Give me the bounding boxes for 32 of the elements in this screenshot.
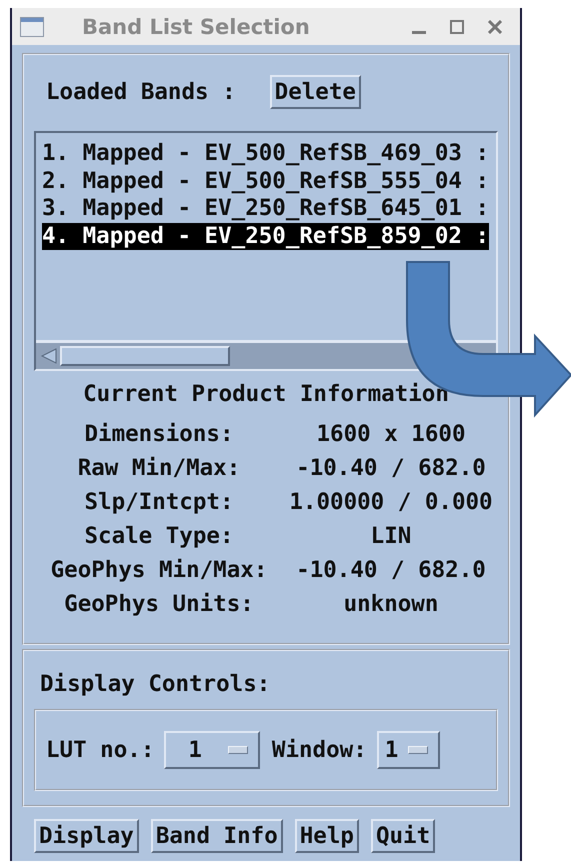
window-title: Band List Selection <box>82 14 311 38</box>
info-value: unknown <box>342 590 440 619</box>
info-value: -10.40 / 682.0 <box>295 454 487 483</box>
action-button[interactable]: Quit <box>370 819 436 853</box>
info-label: Slp/Intcpt: <box>83 488 234 517</box>
info-label: Dimensions: <box>83 420 234 449</box>
option-menu-icon <box>408 746 428 754</box>
info-value: 1600 x 1600 <box>315 420 466 449</box>
info-label: GeoPhys Min/Max: <box>50 556 268 585</box>
action-button[interactable]: Help <box>294 819 359 853</box>
info-label: GeoPhys Units: <box>63 590 255 619</box>
window-label: Window: <box>272 737 367 763</box>
lut-select[interactable]: 1 <box>164 731 260 769</box>
info-title: Current Product Information <box>82 381 450 407</box>
band-list-item[interactable]: 2. Mapped - EV_500_RefSB_555_04 : <box>42 168 490 195</box>
window-select[interactable]: 1 <box>376 731 440 769</box>
delete-button[interactable]: Delete <box>270 75 361 109</box>
lut-label: LUT no.: <box>46 737 154 763</box>
info-value: LIN <box>370 522 412 551</box>
info-label: Scale Type: <box>83 522 234 551</box>
info-label: Raw Min/Max: <box>76 454 242 483</box>
window-menu-icon[interactable] <box>20 16 44 36</box>
action-button[interactable]: Display <box>34 819 139 853</box>
band-list-item[interactable]: 3. Mapped - EV_250_RefSB_645_01 : <box>42 195 490 222</box>
info-value: -10.40 / 682.0 <box>295 556 487 585</box>
band-list-item[interactable]: 1. Mapped - EV_500_RefSB_469_03 : <box>42 140 490 168</box>
action-button[interactable]: Band Info <box>150 819 283 853</box>
display-controls-title: Display Controls: <box>39 671 270 697</box>
band-list-item[interactable]: 4. Mapped - EV_250_RefSB_859_02 : <box>42 222 490 250</box>
option-menu-icon <box>228 746 248 754</box>
info-value: 1.00000 / 0.000 <box>288 488 494 517</box>
loaded-bands-label: Loaded Bands : <box>46 79 236 105</box>
